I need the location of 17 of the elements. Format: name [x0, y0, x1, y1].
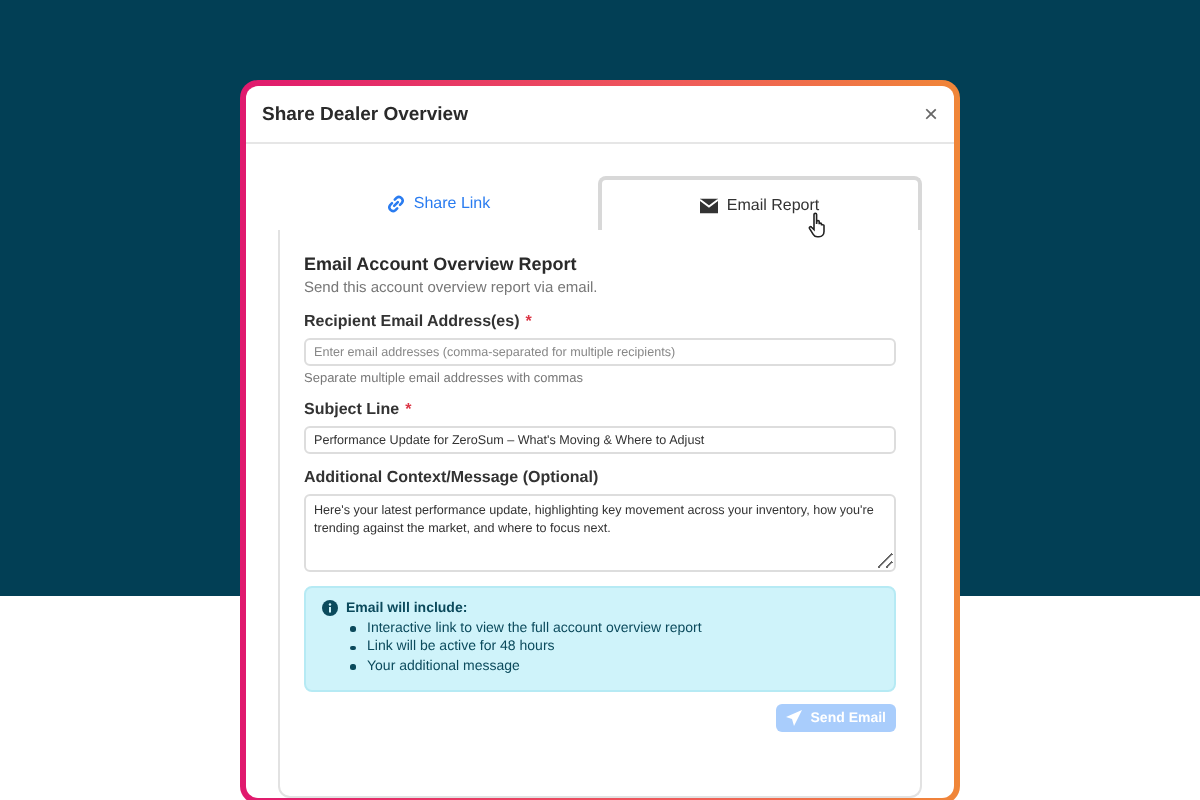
info-icon	[322, 600, 338, 616]
dialog-title: Share Dealer Overview	[262, 103, 468, 125]
bullet-icon	[350, 645, 355, 651]
required-mark: *	[405, 400, 412, 418]
envelope-icon	[700, 197, 719, 213]
bullet-icon	[350, 626, 355, 632]
close-button[interactable]: ×	[923, 102, 938, 126]
tab[interactable]: Email Report	[598, 176, 922, 230]
send-icon	[786, 710, 803, 727]
bullet-icon	[350, 664, 355, 670]
field-label: Additional Context/Message (Optional)	[304, 468, 599, 486]
link-icon	[385, 193, 406, 213]
required-mark: *	[525, 312, 532, 330]
hand-cursor-icon	[808, 212, 828, 238]
field-label: Subject Line	[304, 400, 400, 418]
form-heading: Email Account Overview Report	[304, 254, 579, 274]
field-label: Recipient Email Address(es)	[304, 312, 520, 330]
